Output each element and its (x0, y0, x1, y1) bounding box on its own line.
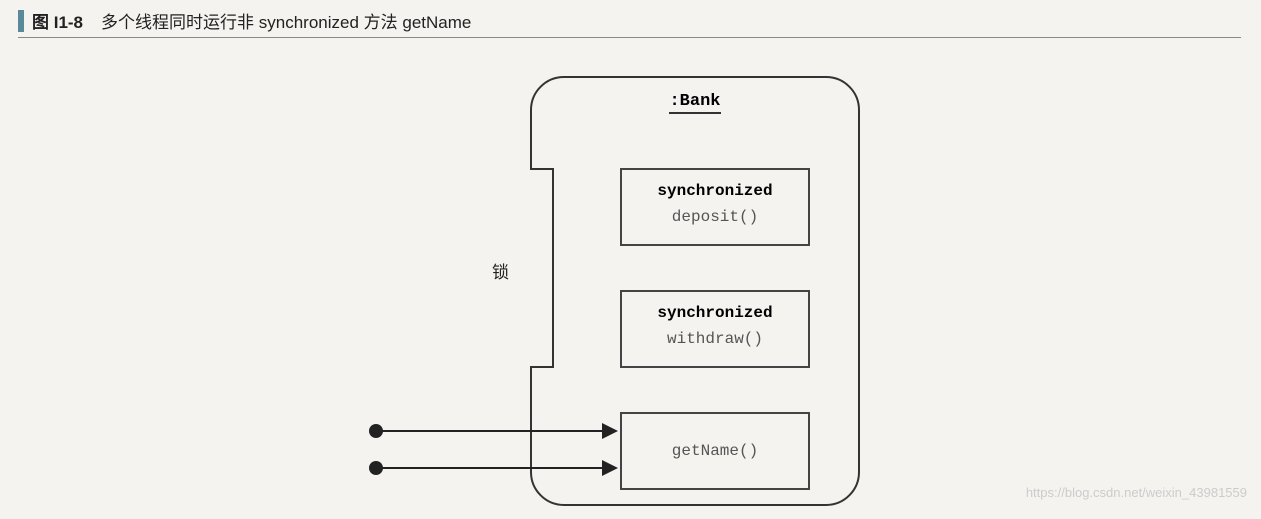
method-name: getName() (622, 442, 808, 460)
figure-number: 图 I1-8 (32, 8, 83, 33)
bank-object-name: :Bank (669, 92, 720, 114)
arrow-head-icon (602, 423, 618, 439)
figure-title: 多个线程同时运行非 synchronized 方法 getName (101, 8, 471, 33)
lock-rectangle (530, 168, 554, 368)
diagram: 锁 :Bank synchronized deposit() synchroni… (0, 38, 1261, 508)
sync-keyword: synchronized (622, 304, 808, 322)
arrow-head-icon (602, 460, 618, 476)
sync-keyword: synchronized (622, 182, 808, 200)
arrow-line (382, 430, 607, 432)
lock-label: 锁 (492, 258, 509, 283)
method-name: deposit() (622, 208, 808, 226)
watermark: https://blog.csdn.net/weixin_43981559 (1026, 485, 1247, 500)
bank-object-title: :Bank (532, 92, 858, 111)
accent-bar (18, 10, 24, 32)
arrow-line (382, 467, 607, 469)
method-box-withdraw: synchronized withdraw() (620, 290, 810, 368)
thread-dot-icon (369, 461, 383, 475)
thread-dot-icon (369, 424, 383, 438)
method-name: withdraw() (622, 330, 808, 348)
method-box-deposit: synchronized deposit() (620, 168, 810, 246)
figure-header: 图 I1-8 多个线程同时运行非 synchronized 方法 getName (18, 0, 1241, 38)
method-box-getname: getName() (620, 412, 810, 490)
bank-object-box: :Bank synchronized deposit() synchronize… (530, 76, 860, 506)
